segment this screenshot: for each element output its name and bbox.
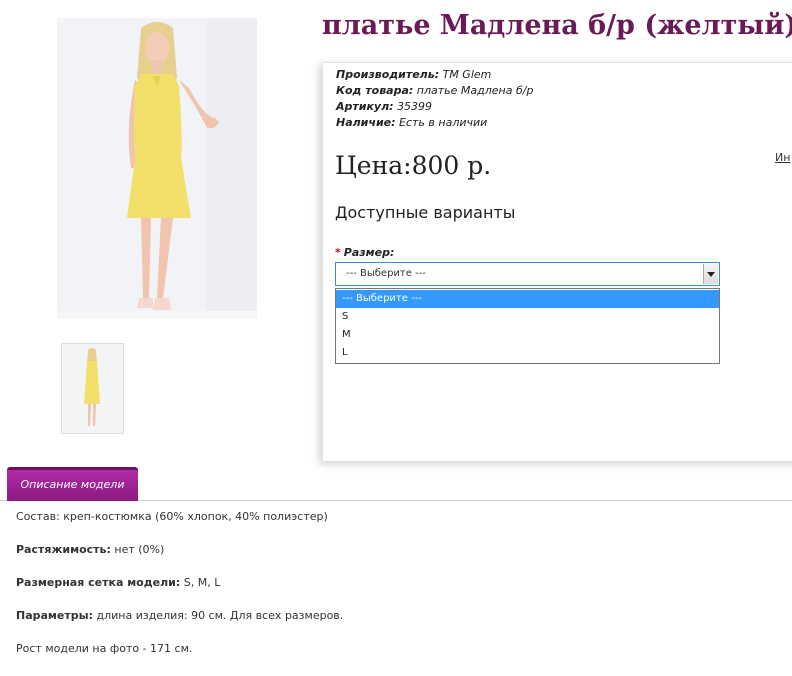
required-marker: * — [335, 246, 341, 259]
description-label: Параметры: — [16, 609, 93, 622]
description-line: Рост модели на фото - 171 см. — [16, 643, 786, 655]
thumbnail-image — [62, 344, 123, 433]
product-price: Цена:800 р. — [335, 151, 492, 180]
size-label-text: Размер: — [343, 246, 395, 259]
description-text: Состав: креп-костюмка (60% хлопок, 40% п… — [16, 510, 328, 523]
product-title: платье Мадлена б/р (желтый) — [322, 10, 792, 41]
description-line: Размерная сетка модели: S, M, L — [16, 577, 786, 589]
variants-heading: Доступные варианты — [335, 203, 516, 222]
description-text: нет (0%) — [110, 543, 165, 556]
spec-value: платье Мадлена б/р — [416, 84, 534, 97]
size-label: * Размер: — [335, 246, 394, 259]
size-option[interactable]: M — [336, 326, 719, 344]
tab-model-description[interactable]: Описание модели — [7, 467, 138, 501]
spec-value: TM Glem — [442, 68, 492, 81]
model-in-dress-image — [57, 18, 257, 319]
spec-label: Код товара: — [336, 84, 414, 97]
description-content: Состав: креп-костюмка (60% хлопок, 40% п… — [16, 511, 786, 676]
description-line: Растяжимость: нет (0%) — [16, 544, 786, 556]
spec-label: Наличие: — [336, 116, 396, 129]
spec-value: Есть в наличии — [399, 116, 488, 129]
size-dropdown-list: --- Выберите --- S M L — [335, 288, 720, 364]
spec-label: Артикул: — [336, 100, 394, 113]
spec-value: 35399 — [397, 100, 433, 113]
size-select[interactable]: --- Выберите --- — [335, 262, 720, 286]
description-text: Рост модели на фото - 171 см. — [16, 642, 193, 655]
description-label: Размерная сетка модели: — [16, 576, 181, 589]
spec-label: Производитель: — [336, 68, 440, 81]
size-option[interactable]: --- Выберите --- — [336, 290, 719, 308]
description-line: Параметры: длина изделия: 90 см. Для все… — [16, 610, 786, 622]
product-thumbnail[interactable] — [61, 343, 124, 434]
product-specs: Производитель: TM Glem Код товара: плать… — [336, 67, 533, 131]
spec-manufacturer: Производитель: TM Glem — [336, 67, 533, 83]
spec-availability: Наличие: Есть в наличии — [336, 115, 533, 131]
size-option[interactable]: L — [336, 344, 719, 362]
spec-product-code: Код товара: платье Мадлена б/р — [336, 83, 533, 99]
size-select-value: --- Выберите --- — [346, 268, 426, 279]
size-option[interactable]: S — [336, 308, 719, 326]
product-main-photo[interactable] — [57, 18, 257, 319]
chevron-down-icon[interactable] — [703, 264, 718, 284]
spec-article: Артикул: 35399 — [336, 99, 533, 115]
product-info-panel: Производитель: TM Glem Код товара: плать… — [322, 62, 792, 461]
description-line: Состав: креп-костюмка (60% хлопок, 40% п… — [16, 511, 786, 523]
description-text: S, M, L — [180, 576, 221, 589]
edge-link[interactable]: Ин — [775, 151, 790, 164]
description-label: Растяжимость: — [16, 543, 111, 556]
description-text: длина изделия: 90 см. Для всех размеров. — [92, 609, 344, 622]
